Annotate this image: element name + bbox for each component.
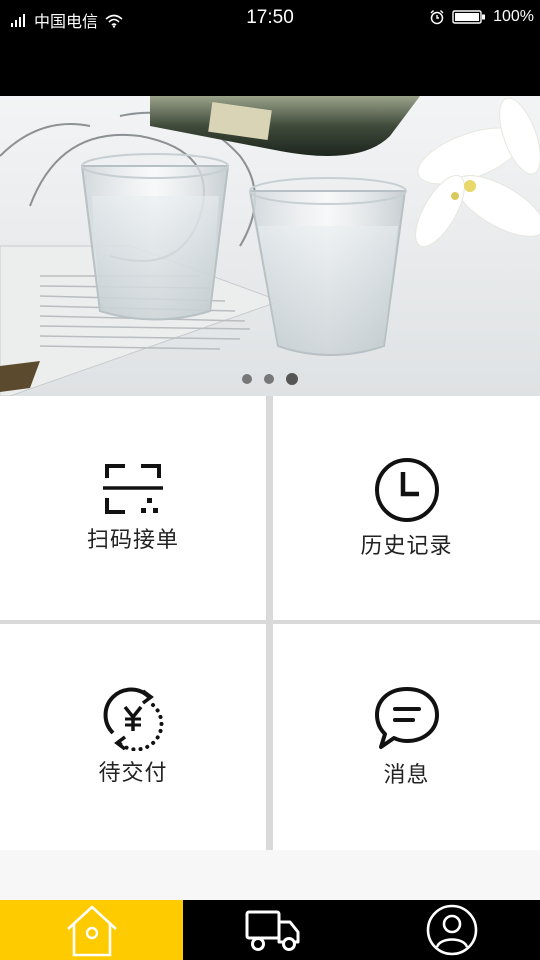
carousel-dot-active[interactable]	[286, 373, 298, 385]
tab-profile[interactable]	[363, 900, 540, 960]
clock-icon	[374, 458, 439, 522]
status-right-group: 100%	[429, 8, 534, 26]
yuan-refresh-icon	[103, 687, 164, 751]
title-bar	[0, 38, 540, 96]
home-icon	[66, 905, 117, 957]
menu-item-label: 历史记录	[360, 534, 453, 559]
history-button[interactable]: 历史记录	[273, 396, 540, 620]
alarm-icon	[430, 10, 444, 25]
menu-grid: 扫码接单 历史记录 待交付 消息	[0, 396, 540, 850]
status-bar: 中国电信 17:50 100%	[0, 0, 540, 38]
menu-item-label: 待交付	[98, 761, 168, 786]
messages-button[interactable]: 消息	[273, 624, 540, 850]
carousel-indicator	[0, 372, 540, 386]
banner-image	[0, 96, 540, 396]
banner-carousel[interactable]	[0, 96, 540, 396]
tab-home[interactable]	[0, 900, 183, 960]
tab-delivery[interactable]	[183, 900, 363, 960]
bottom-tab-bar	[0, 900, 540, 960]
pending-delivery-button[interactable]: 待交付	[0, 624, 266, 850]
chat-bubble-icon	[374, 687, 439, 749]
menu-item-label: 消息	[383, 763, 430, 788]
scan-order-button[interactable]: 扫码接单	[0, 396, 266, 620]
battery-icon	[452, 10, 486, 24]
user-icon	[426, 904, 477, 956]
truck-icon	[245, 910, 300, 951]
scan-icon	[103, 464, 163, 514]
carousel-dot[interactable]	[264, 374, 274, 384]
menu-item-label: 扫码接单	[86, 528, 179, 553]
battery-percent: 100%	[493, 8, 534, 25]
carousel-dot[interactable]	[242, 374, 252, 384]
